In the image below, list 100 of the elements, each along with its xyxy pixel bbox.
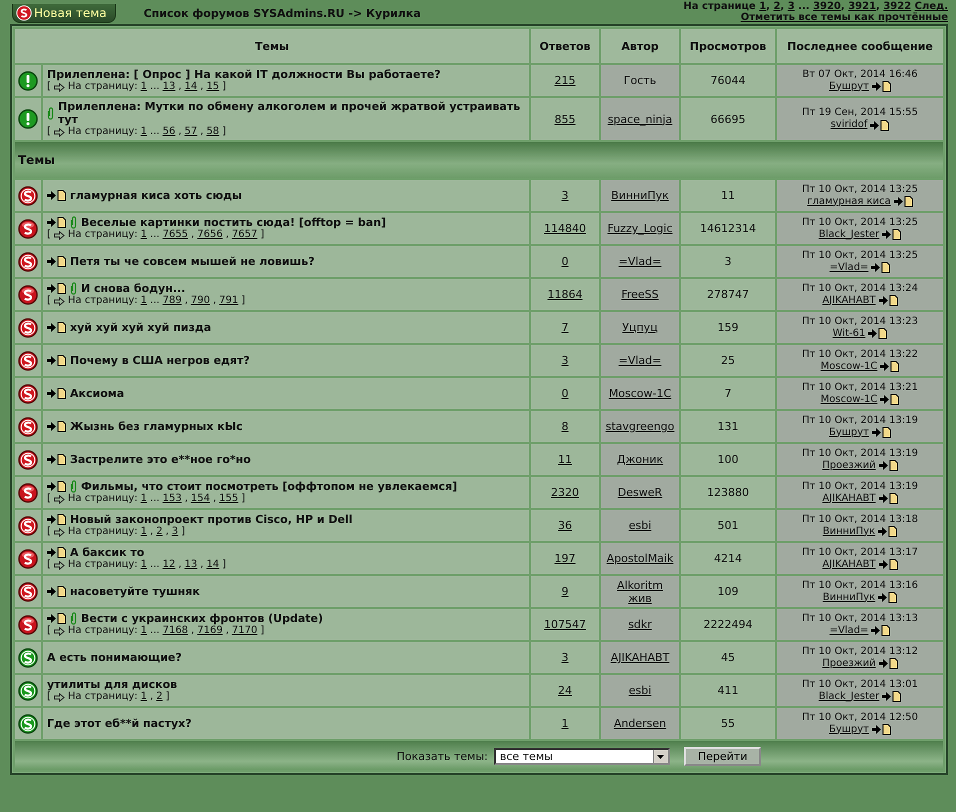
last-post-author[interactable]: AJIKAHABT — [822, 558, 876, 570]
new-post-icon[interactable] — [47, 388, 66, 399]
page-link[interactable]: 13 — [184, 559, 198, 571]
page-link[interactable]: 58 — [206, 126, 220, 138]
last-post-icon[interactable] — [894, 196, 913, 207]
page-link[interactable]: 2 — [156, 526, 163, 538]
page-link[interactable]: 14 — [184, 81, 198, 93]
page-link[interactable]: 12 — [162, 559, 176, 571]
last-post-icon[interactable] — [880, 361, 900, 372]
new-post-icon[interactable] — [47, 613, 66, 624]
reply-count[interactable]: 11 — [558, 453, 572, 466]
page-link[interactable]: 2 — [156, 691, 163, 703]
last-post-author[interactable]: ВинниПук — [822, 526, 876, 538]
last-post-icon[interactable] — [878, 460, 898, 471]
last-post-icon[interactable] — [872, 427, 892, 438]
last-post-author[interactable]: Moscow-1C — [820, 360, 878, 372]
last-post-icon[interactable] — [882, 691, 902, 702]
new-post-icon[interactable] — [47, 481, 66, 492]
last-post-author[interactable]: AJIKAHABT — [822, 294, 876, 306]
page-link[interactable]: 7170 — [232, 625, 258, 637]
page-link[interactable]: 791 — [219, 295, 238, 307]
last-post-icon[interactable] — [880, 394, 900, 405]
last-post-author[interactable]: Проезжий — [822, 460, 876, 472]
last-post-icon[interactable] — [870, 120, 890, 130]
topic-title[interactable]: хуй хуй хуй хуй пизда — [70, 321, 212, 334]
page-link[interactable]: 1 — [140, 559, 148, 571]
reply-count[interactable]: 0 — [562, 255, 568, 268]
page-link[interactable]: 1 — [140, 295, 148, 307]
topic-title[interactable]: Вести с украинских фронтов (Update) — [81, 612, 324, 625]
last-post-author[interactable]: sviridof — [830, 119, 868, 131]
page-link[interactable]: 1 — [140, 81, 148, 93]
last-post-icon[interactable] — [871, 625, 890, 636]
reply-count[interactable]: 855 — [554, 112, 576, 126]
page-link[interactable]: 1 — [759, 1, 766, 12]
reply-count[interactable]: 197 — [554, 552, 576, 565]
topic-title[interactable]: Где этот еб**й пастух? — [47, 717, 192, 730]
page-link[interactable]: 153 — [162, 493, 182, 505]
last-post-author[interactable]: Проезжий — [822, 658, 876, 670]
last-post-icon[interactable] — [872, 81, 892, 92]
last-post-author[interactable]: =Vlad= — [830, 624, 868, 636]
next-page-link[interactable]: След. — [914, 1, 948, 12]
page-link[interactable]: 3 — [788, 1, 795, 12]
topic-title[interactable]: Фильмы, что стоит посмотреть [оффтопом не увлекаемся] — [81, 480, 458, 493]
topic-title[interactable]: насоветуйте тушняк — [70, 585, 200, 598]
new-post-icon[interactable] — [47, 217, 66, 228]
topic-filter-select[interactable]: все темы — [494, 748, 670, 765]
page-link[interactable]: 1 — [140, 691, 148, 703]
last-post-author[interactable]: гламурная киса — [807, 196, 891, 208]
reply-count[interactable]: 0 — [562, 387, 568, 400]
page-link[interactable]: 1 — [140, 625, 148, 637]
topic-title[interactable]: Застрелите это е**ное го*но — [70, 453, 251, 466]
topic-title[interactable]: гламурная киса хоть сюды — [70, 189, 242, 202]
last-post-author[interactable]: Wit-61 — [832, 328, 866, 340]
last-post-author[interactable]: Moscow-1C — [820, 394, 878, 406]
topic-title[interactable]: утилиты для дисков — [47, 678, 178, 691]
last-post-icon[interactable] — [882, 229, 902, 240]
last-post-icon[interactable] — [878, 295, 898, 306]
last-post-icon[interactable] — [868, 328, 888, 339]
new-post-icon[interactable] — [47, 190, 66, 201]
last-post-author[interactable]: AJIKAHABT — [822, 492, 876, 504]
last-post-author[interactable]: Бушрут — [828, 426, 870, 438]
reply-count[interactable]: 3 — [562, 189, 568, 202]
last-post-icon[interactable] — [878, 493, 898, 504]
new-post-icon[interactable] — [47, 514, 66, 525]
page-link[interactable]: 14 — [206, 559, 220, 571]
page-link[interactable]: 790 — [190, 295, 210, 307]
page-link[interactable]: 7656 — [197, 229, 223, 241]
topic-title[interactable]: Прилеплена: [ Опрос ] На какой IT должности Вы работаете? — [47, 68, 441, 81]
topic-title[interactable]: Почему в США негров едят? — [70, 354, 250, 367]
go-button[interactable]: Перейти — [684, 747, 762, 766]
page-link[interactable]: 3920 — [813, 1, 841, 12]
new-post-icon[interactable] — [47, 256, 66, 267]
page-link[interactable]: 7169 — [197, 625, 223, 637]
last-post-icon[interactable] — [878, 592, 898, 603]
reply-count[interactable]: 2320 — [551, 486, 579, 499]
page-link[interactable]: 1 — [140, 526, 148, 538]
page-link[interactable]: 7655 — [162, 229, 188, 241]
author-link[interactable]: esbi — [628, 519, 652, 532]
last-post-icon[interactable] — [878, 559, 898, 570]
reply-count[interactable]: 215 — [554, 74, 576, 87]
new-post-icon[interactable] — [47, 547, 66, 558]
page-link[interactable]: 1 — [140, 493, 148, 505]
topic-title[interactable]: А есть понимающие? — [47, 651, 182, 664]
topic-title[interactable]: Аксиома — [70, 387, 124, 400]
page-link[interactable]: 2 — [773, 1, 780, 12]
page-link[interactable]: 155 — [219, 493, 238, 505]
last-post-icon[interactable] — [872, 724, 892, 735]
reply-count[interactable]: 9 — [562, 585, 568, 598]
page-link[interactable]: 13 — [162, 81, 176, 93]
page-link[interactable]: 15 — [206, 81, 220, 93]
page-link[interactable]: 1 — [140, 126, 148, 138]
page-link[interactable]: 3921 — [848, 1, 876, 12]
author-link[interactable]: esbi — [628, 684, 652, 697]
author-link[interactable]: Уцпуц — [622, 321, 658, 334]
mark-read-link[interactable]: Отметить все темы как прочтённые — [740, 12, 948, 23]
last-post-icon[interactable] — [871, 262, 890, 273]
new-post-icon[interactable] — [47, 421, 66, 432]
topic-title[interactable]: Прилеплена: Мутки по обмену алкоголем и прочей жратвой устраивать тут — [58, 100, 525, 126]
author-link[interactable]: sdkr — [628, 618, 652, 631]
topic-title[interactable]: И снова бодун... — [81, 282, 186, 295]
